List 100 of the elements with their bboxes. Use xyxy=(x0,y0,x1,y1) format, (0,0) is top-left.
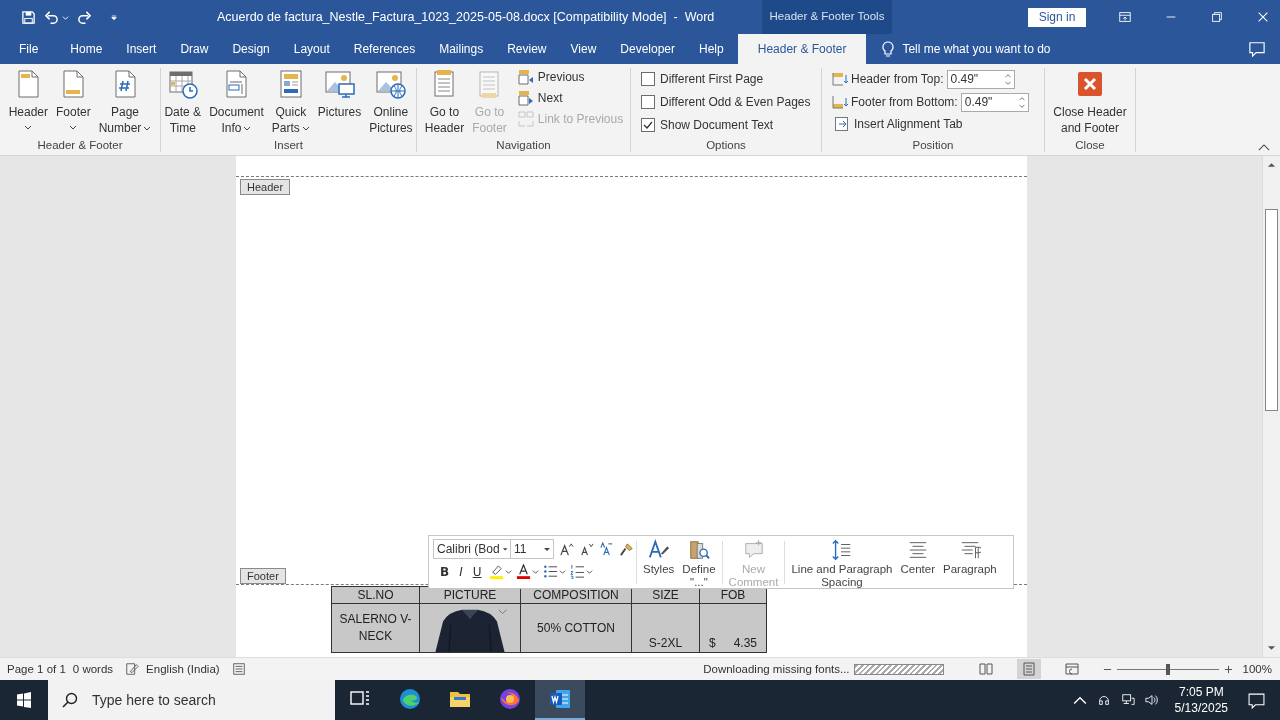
comment-icon[interactable] xyxy=(1248,41,1266,57)
sign-in-button[interactable]: Sign in xyxy=(1028,7,1086,27)
save-icon[interactable] xyxy=(21,9,36,25)
ribbon-button[interactable]: Previous xyxy=(515,68,626,86)
toolbar-button[interactable]: Center xyxy=(896,539,939,586)
clock-date[interactable]: 5/13/2025 xyxy=(1174,700,1228,716)
ribbon-button[interactable]: Header xyxy=(5,68,51,138)
page-count[interactable]: Page 1 of 1 xyxy=(7,663,66,675)
volume-icon[interactable] xyxy=(1144,693,1159,707)
ribbon-tab[interactable]: Draw xyxy=(168,34,221,64)
book-search-icon xyxy=(687,539,710,561)
macro-icon[interactable] xyxy=(231,662,246,676)
ribbon-button[interactable]: Date & Time xyxy=(161,68,205,138)
font-color-icon[interactable] xyxy=(515,564,531,579)
caret-icon[interactable] xyxy=(558,568,566,575)
toolbar-button[interactable]: Define "..." xyxy=(678,539,720,586)
headset-icon[interactable] xyxy=(1096,693,1111,707)
format-button[interactable]: U xyxy=(469,564,485,579)
ribbon-display-icon[interactable] xyxy=(1118,10,1132,24)
caret-icon xyxy=(243,124,252,132)
column-header: SL.NO xyxy=(331,586,420,604)
network-icon[interactable] xyxy=(1120,693,1135,707)
font-name-field[interactable]: Calibri (Bod xyxy=(433,539,511,559)
format-button[interactable]: I xyxy=(456,564,466,579)
format-button[interactable]: B xyxy=(437,564,453,579)
format-painter-icon[interactable] xyxy=(619,541,634,557)
vertical-scrollbar[interactable] xyxy=(1262,156,1280,657)
caret-icon xyxy=(143,124,152,132)
print-layout-icon[interactable] xyxy=(1016,659,1041,679)
checkbox[interactable] xyxy=(641,118,655,132)
ribbon-button[interactable]: Go to Header xyxy=(421,68,468,138)
close-icon[interactable] xyxy=(1256,10,1270,24)
notifications-icon[interactable] xyxy=(1248,691,1265,709)
collapse-ribbon-icon[interactable] xyxy=(1258,144,1270,151)
language[interactable]: English (India) xyxy=(146,663,220,675)
ribbon-button[interactable]: Document Info xyxy=(206,68,267,138)
grow-font-icon[interactable] xyxy=(559,541,574,557)
contextual-tab-label: Header & Footer Tools xyxy=(762,0,892,34)
dropdown-arrow-icon[interactable] xyxy=(543,545,551,553)
calendar-clock-icon xyxy=(166,68,199,100)
zoom-in-icon[interactable] xyxy=(1223,664,1233,674)
search-icon xyxy=(62,692,78,708)
ribbon-button[interactable]: Online Pictures xyxy=(366,68,416,138)
font-size-field[interactable]: 11 xyxy=(510,539,554,559)
caret-icon[interactable] xyxy=(504,568,512,575)
ribbon-tab[interactable]: Developer xyxy=(608,34,688,64)
taskbar-app[interactable] xyxy=(535,680,585,720)
windows-start-icon[interactable] xyxy=(16,692,32,708)
field-label: Footer from Bottom: xyxy=(851,95,958,109)
ribbon-button[interactable]: Next xyxy=(515,89,626,107)
clear-formatting-icon[interactable] xyxy=(599,541,614,557)
restore-icon[interactable] xyxy=(1210,10,1224,24)
ribbon-tab[interactable]: Design xyxy=(220,34,282,64)
ribbon-tab[interactable]: View xyxy=(558,34,609,64)
highlighter-icon[interactable] xyxy=(488,564,504,579)
clock-time[interactable]: 7:05 PM xyxy=(1178,684,1224,700)
footer-margin-icon xyxy=(832,94,848,110)
status-message: Downloading missing fonts... xyxy=(703,663,850,675)
checkbox[interactable] xyxy=(641,72,655,86)
ribbon-button[interactable]: Footer xyxy=(53,68,94,138)
firefox-icon xyxy=(498,687,522,711)
ribbon-tab[interactable]: References xyxy=(341,34,428,64)
tell-me-field[interactable]: Tell me what you want to do xyxy=(900,34,1205,64)
redo-icon[interactable] xyxy=(77,9,92,25)
ribbon-tab[interactable]: Insert xyxy=(114,34,169,64)
proofing-icon[interactable] xyxy=(125,662,140,676)
toolbar-button[interactable]: Styles xyxy=(639,539,679,586)
caret-icon[interactable] xyxy=(62,13,69,21)
ribbon-tab[interactable]: Review xyxy=(495,34,559,64)
toolbar-button[interactable]: Line and Paragraph Spacing xyxy=(787,539,897,586)
ribbon-tab[interactable]: Header & Footer xyxy=(737,34,867,64)
bullets-icon[interactable] xyxy=(542,564,558,579)
dropdown-arrow-icon[interactable] xyxy=(501,545,508,553)
taskbar-search-field[interactable]: Type here to search xyxy=(48,680,335,720)
currency-symbol: $ xyxy=(708,636,716,650)
ribbon-button[interactable]: Quick Parts xyxy=(268,68,313,138)
undo-icon[interactable] xyxy=(44,9,59,25)
ribbon-tab[interactable]: Home xyxy=(58,34,115,64)
ribbon-tab[interactable]: File xyxy=(0,34,59,64)
scroll-down-icon[interactable] xyxy=(1267,644,1276,652)
close-header-footer-button[interactable]: Close Header and Footer xyxy=(1050,68,1130,138)
zoom-level[interactable]: 100% xyxy=(1242,663,1272,675)
checkbox[interactable] xyxy=(641,95,655,109)
word-count[interactable]: 0 words xyxy=(72,663,114,675)
group-label: Navigation xyxy=(495,138,552,152)
ribbon-tab[interactable]: Layout xyxy=(281,34,342,64)
toolbar-button[interactable]: Paragraph xyxy=(939,539,1001,586)
shrink-font-icon[interactable] xyxy=(579,541,594,557)
spinner-field[interactable]: 0.49" xyxy=(960,92,1029,112)
ribbon-button[interactable]: Insert Alignment Tab xyxy=(832,115,965,133)
ribbon-button[interactable]: Pictures xyxy=(314,68,365,138)
ribbon-tab[interactable]: Help xyxy=(687,34,736,64)
ribbon-tab[interactable]: Mailings xyxy=(427,34,496,64)
spinner-field[interactable]: 0.49" xyxy=(946,69,1015,89)
ribbon-button[interactable]: Page Number xyxy=(95,68,155,138)
scroll-up-icon[interactable] xyxy=(1267,161,1276,169)
caret-icon[interactable] xyxy=(531,568,539,575)
numbering-icon[interactable] xyxy=(569,564,585,579)
word-icon xyxy=(548,687,572,711)
caret-icon[interactable] xyxy=(585,568,593,575)
